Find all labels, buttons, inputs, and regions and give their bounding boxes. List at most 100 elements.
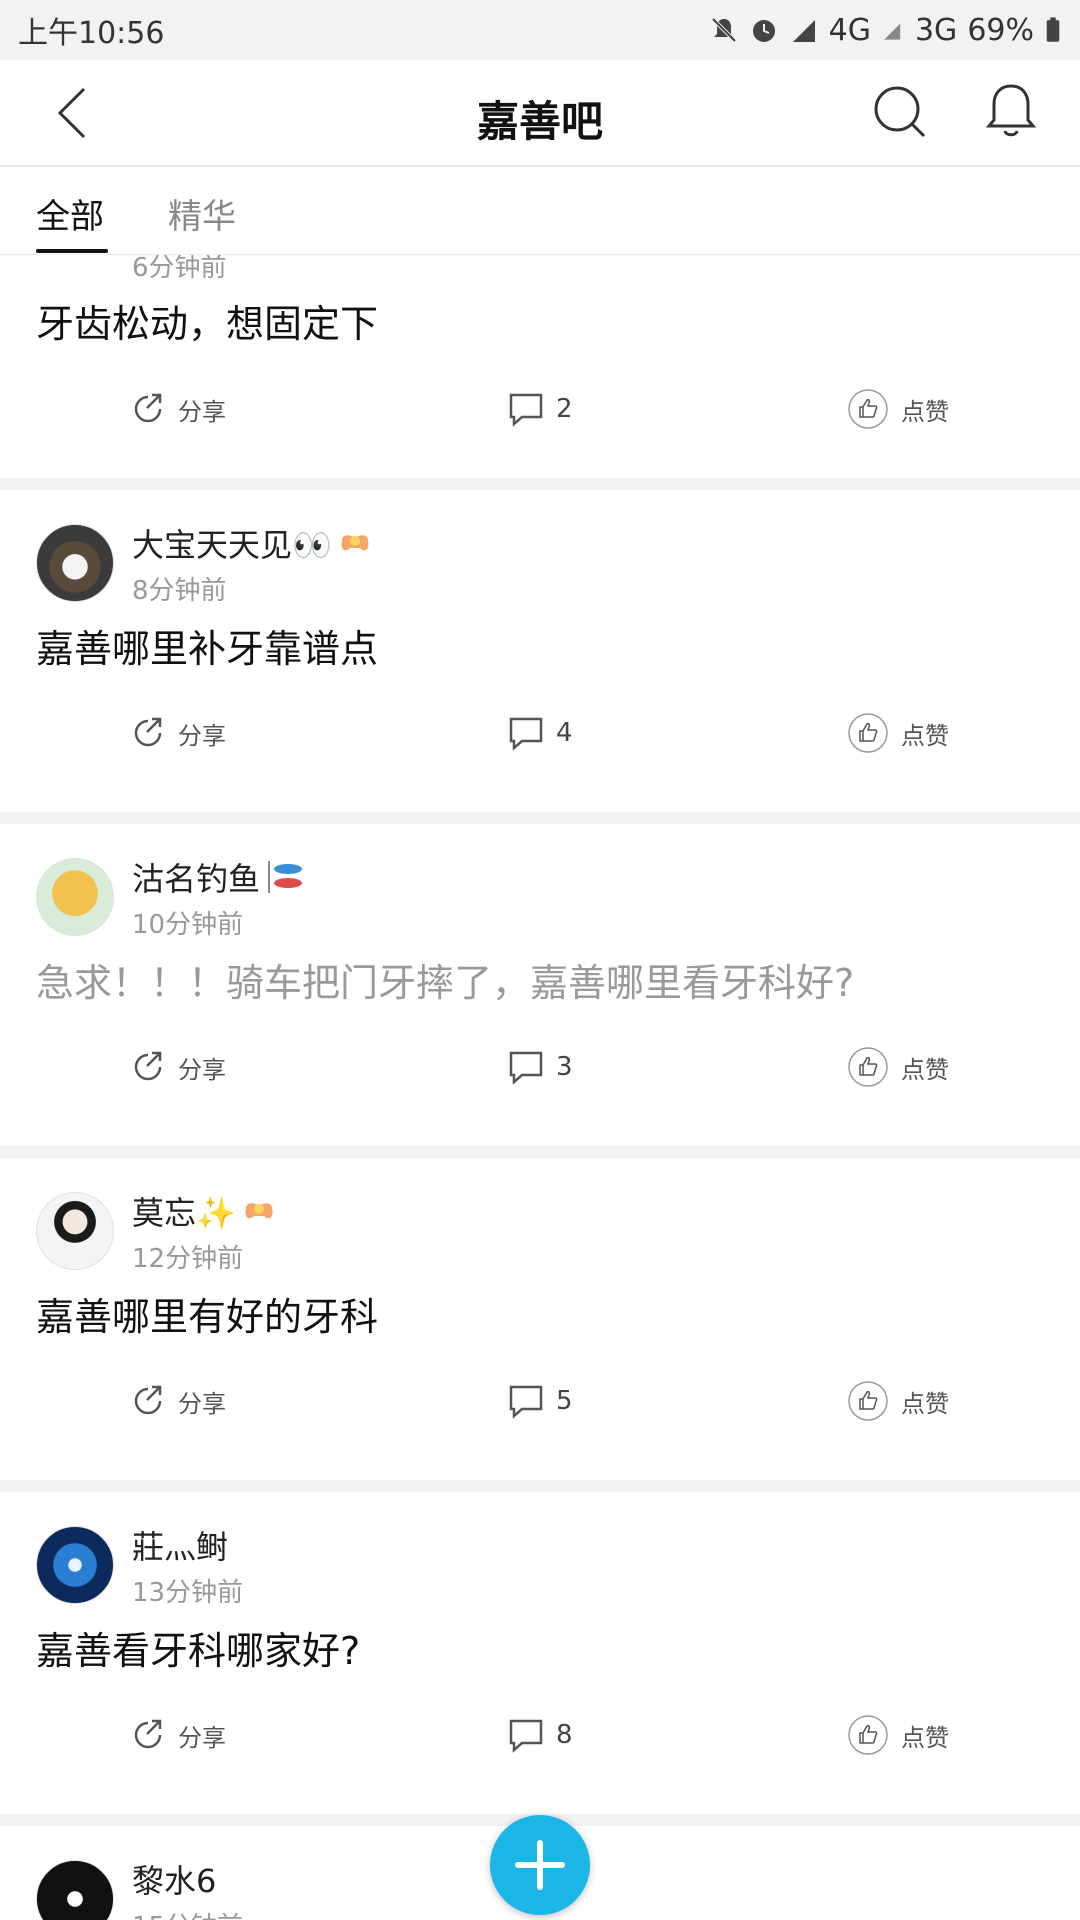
tab-bar: 全部 精华 <box>0 167 1080 255</box>
post-feed[interactable]: 6分钟前 牙齿松动，想固定下 分享 2 点赞 大宝天天见👀 8分钟前 嘉善哪里补… <box>0 255 1080 1920</box>
username-text: 黎水6 <box>132 1862 217 1900</box>
share-label: 分享 <box>178 397 226 426</box>
post-actions: 分享 4 点赞 <box>0 709 1080 757</box>
like-button[interactable]: 点赞 <box>847 1711 949 1759</box>
post-time: 8分钟前 <box>132 576 227 606</box>
search-icon[interactable] <box>872 84 928 140</box>
status-bar: 上午10:56 4G 3G 69% <box>0 0 1080 60</box>
post-divider <box>0 1146 1080 1158</box>
username-text: 大宝天天见👀 <box>132 526 332 564</box>
like-label: 点赞 <box>901 1055 949 1084</box>
post-title[interactable]: 急求！！！骑车把门牙摔了，嘉善哪里看牙科好? <box>36 952 854 1007</box>
comment-icon <box>509 1719 543 1753</box>
comment-button[interactable]: 4 <box>508 709 573 757</box>
avatar[interactable] <box>36 524 114 602</box>
post-time: 10分钟前 <box>132 910 244 940</box>
username[interactable]: 莊灬鲥 <box>132 1522 228 1568</box>
thumbs-up-icon <box>848 1715 888 1755</box>
share-icon <box>134 1051 162 1081</box>
share-button[interactable]: 分享 <box>130 1043 226 1091</box>
avatar[interactable] <box>36 1860 114 1920</box>
like-button[interactable]: 点赞 <box>847 1377 949 1425</box>
avatar[interactable] <box>36 858 114 936</box>
nav-bar: 嘉善吧 <box>0 60 1080 167</box>
username-text: 莫忘✨ <box>132 1194 236 1232</box>
comment-count: 2 <box>556 394 573 424</box>
share-button[interactable]: 分享 <box>130 1377 226 1425</box>
fish-flag-icon <box>268 861 303 893</box>
comment-count: 4 <box>556 718 573 748</box>
thumbs-up-icon <box>848 1047 888 1087</box>
comment-icon <box>509 717 543 751</box>
comment-button[interactable]: 8 <box>508 1711 573 1759</box>
game-badge-icon <box>341 535 369 551</box>
battery-level: 69% <box>967 12 1034 48</box>
post-title[interactable]: 嘉善哪里有好的牙科 <box>36 1286 378 1341</box>
share-label: 分享 <box>178 721 226 750</box>
new-post-button[interactable] <box>490 1815 590 1915</box>
hd-signal-icon <box>792 20 815 42</box>
thumbs-up-icon <box>848 389 888 429</box>
username-text: 莊灬鲥 <box>132 1528 229 1566</box>
post-title[interactable]: 牙齿松动，想固定下 <box>36 293 378 348</box>
game-badge-icon <box>245 1203 273 1219</box>
tab-all[interactable]: 全部 <box>36 189 104 238</box>
network-4g: 4G <box>828 12 871 48</box>
username[interactable]: 莫忘✨ <box>132 1188 276 1234</box>
thumbs-up-icon <box>848 1381 888 1421</box>
like-button[interactable]: 点赞 <box>847 385 949 433</box>
comment-icon <box>509 1385 543 1419</box>
post-title[interactable]: 嘉善看牙科哪家好? <box>36 1620 360 1675</box>
active-tab-indicator <box>36 249 108 253</box>
like-label: 点赞 <box>901 1723 949 1752</box>
share-icon <box>134 393 162 423</box>
share-icon <box>134 1719 162 1749</box>
thumbs-up-icon <box>848 713 888 753</box>
post-divider <box>0 1480 1080 1492</box>
alarm-icon <box>752 20 775 42</box>
comment-button[interactable]: 3 <box>508 1043 573 1091</box>
share-label: 分享 <box>178 1723 226 1752</box>
like-button[interactable]: 点赞 <box>847 1043 949 1091</box>
post-time: 15分钟前 <box>132 1906 243 1920</box>
post-time: 6分钟前 <box>132 255 227 283</box>
comment-button[interactable]: 2 <box>508 385 573 433</box>
notification-bell-icon[interactable] <box>985 82 1037 140</box>
username[interactable]: 大宝天天见👀 <box>132 520 372 566</box>
post-divider <box>0 812 1080 824</box>
status-icons: 4G 3G 69% <box>709 13 1062 48</box>
post-card[interactable]: 大宝天天见👀 8分钟前 嘉善哪里补牙靠谱点 分享 4 点赞 <box>0 490 1080 812</box>
share-label: 分享 <box>178 1389 226 1418</box>
post-card[interactable]: 沽名钓鱼 10分钟前 急求！！！骑车把门牙摔了，嘉善哪里看牙科好? 分享 3 点… <box>0 824 1080 1146</box>
comment-button[interactable]: 5 <box>508 1377 573 1425</box>
like-label: 点赞 <box>901 397 949 426</box>
battery-icon <box>1046 17 1060 42</box>
plus-icon <box>515 1840 565 1890</box>
avatar[interactable] <box>36 1526 114 1604</box>
share-button[interactable]: 分享 <box>130 709 226 757</box>
mute-icon <box>711 17 737 43</box>
post-actions: 分享 5 点赞 <box>0 1377 1080 1425</box>
signal-icon <box>884 23 901 40</box>
post-actions: 分享 8 点赞 <box>0 1711 1080 1759</box>
tab-featured[interactable]: 精华 <box>168 189 236 238</box>
like-label: 点赞 <box>901 1389 949 1418</box>
post-card[interactable]: 莫忘✨ 12分钟前 嘉善哪里有好的牙科 分享 5 点赞 <box>0 1158 1080 1480</box>
post-title[interactable]: 嘉善哪里补牙靠谱点 <box>36 618 378 673</box>
post-divider <box>0 478 1080 490</box>
share-icon <box>134 717 162 747</box>
post-card[interactable]: 莊灬鲥 13分钟前 嘉善看牙科哪家好? 分享 8 点赞 <box>0 1492 1080 1814</box>
share-button[interactable]: 分享 <box>130 385 226 433</box>
post-actions: 分享 3 点赞 <box>0 1043 1080 1091</box>
username[interactable]: 沽名钓鱼 <box>132 854 306 900</box>
share-button[interactable]: 分享 <box>130 1711 226 1759</box>
comment-count: 8 <box>556 1720 573 1750</box>
username[interactable]: 黎水6 <box>132 1856 216 1902</box>
network-3g: 3G <box>914 12 958 48</box>
like-button[interactable]: 点赞 <box>847 709 949 757</box>
comment-count: 3 <box>556 1052 573 1082</box>
post-card[interactable]: 6分钟前 牙齿松动，想固定下 分享 2 点赞 <box>0 255 1080 478</box>
post-time: 12分钟前 <box>132 1244 244 1274</box>
avatar[interactable] <box>36 1192 114 1270</box>
comment-icon <box>509 1051 543 1085</box>
